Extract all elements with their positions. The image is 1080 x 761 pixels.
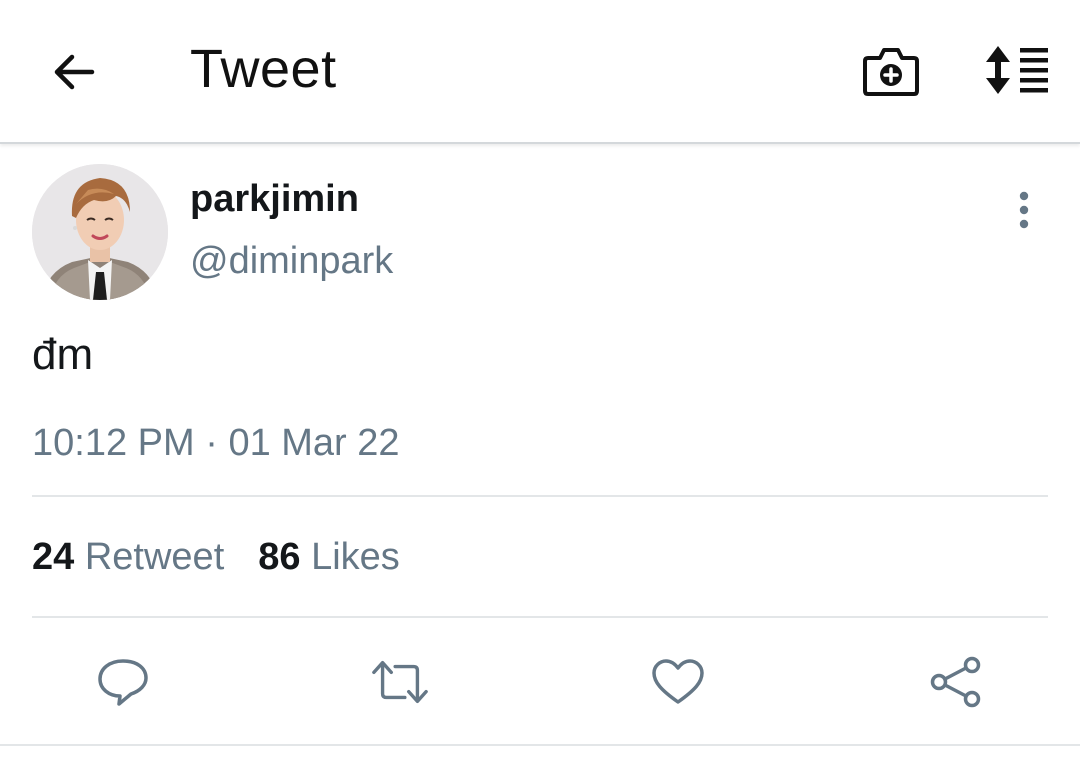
bottom-divider xyxy=(0,744,1080,746)
app-header: Tweet xyxy=(0,0,1080,144)
divider xyxy=(32,495,1048,497)
retweet-label: Retweet xyxy=(84,536,225,578)
tweet-stats: 24 Retweet 86 Likes xyxy=(32,536,400,579)
retweet-count: 24 xyxy=(32,536,75,578)
likes-label: Likes xyxy=(311,536,400,578)
tweet-time: 10:12 PM xyxy=(32,422,195,464)
more-vertical-icon xyxy=(1019,191,1029,229)
divider xyxy=(32,616,1048,618)
avatar[interactable] xyxy=(32,164,168,300)
retweet-icon xyxy=(372,660,428,704)
likes-stat[interactable]: 86 Likes xyxy=(258,536,400,579)
tweet-screen: Tweet parkjimin @diminpark đm 10:12 PM ·… xyxy=(0,0,1080,761)
timestamp-separator: · xyxy=(205,422,218,464)
tweet-timestamp: 10:12 PM · 01 Mar 22 xyxy=(32,422,400,465)
tweet-text: đm xyxy=(32,330,94,379)
arrow-left-icon xyxy=(54,54,95,90)
reply-icon xyxy=(98,659,148,706)
heart-icon xyxy=(652,659,704,704)
retweet-stat[interactable]: 24 Retweet xyxy=(32,536,224,579)
sort-list-icon xyxy=(986,46,1048,94)
display-name[interactable]: parkjimin xyxy=(190,178,359,221)
share-button[interactable] xyxy=(926,652,986,712)
likes-count: 86 xyxy=(258,536,301,578)
reply-button[interactable] xyxy=(93,652,153,712)
share-icon xyxy=(930,656,981,708)
user-handle[interactable]: @diminpark xyxy=(190,240,393,283)
profile-photo xyxy=(32,164,168,300)
camera-plus-icon xyxy=(863,48,919,96)
tweet-actions xyxy=(0,652,1080,714)
like-button[interactable] xyxy=(648,652,708,712)
page-title: Tweet xyxy=(190,39,337,99)
tweet-date: 01 Mar 22 xyxy=(228,422,400,464)
sort-button[interactable] xyxy=(980,40,1052,100)
screenshot-button[interactable] xyxy=(860,40,922,102)
retweet-button[interactable] xyxy=(370,652,430,712)
more-options-button[interactable] xyxy=(1000,186,1048,234)
back-button[interactable] xyxy=(46,44,102,100)
